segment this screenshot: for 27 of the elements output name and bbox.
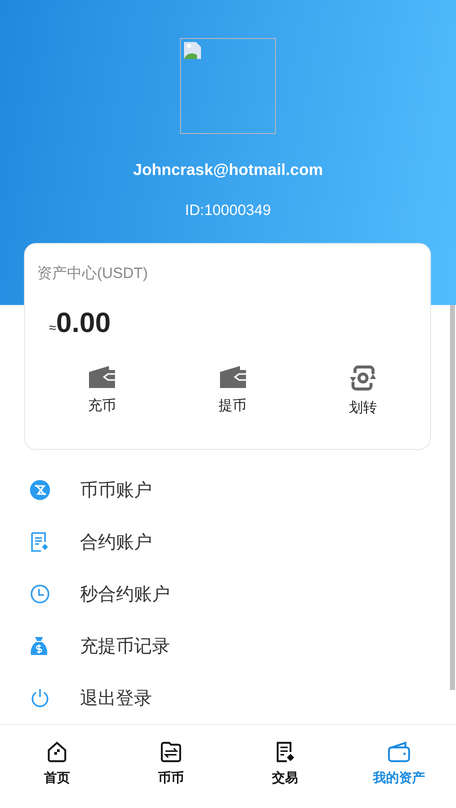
wallet-icon [218, 365, 248, 389]
menu-item[interactable]: 合约账户 [0, 516, 456, 568]
card-title: 资产中心(USDT) [37, 264, 149, 283]
tab-bar-item[interactable]: 交易 [228, 741, 342, 787]
document-icon [30, 532, 50, 552]
scrollbar[interactable] [450, 305, 455, 690]
user-id: ID:10000349 [185, 202, 271, 219]
tab-bar-item[interactable]: 币币 [114, 741, 228, 787]
exchange-icon [159, 741, 183, 763]
transfer-icon [348, 365, 378, 391]
balance-amount: 0.00 [56, 307, 111, 339]
clock-icon [30, 584, 50, 604]
money-bag-icon [30, 636, 48, 656]
wallet-icon [386, 741, 412, 763]
user-email: Johncrask@hotmail.com [133, 162, 323, 180]
tab-bar-item[interactable]: 我的资产 [342, 741, 456, 787]
wallet-icon [87, 365, 117, 389]
approx-sign: ≈ [49, 320, 56, 335]
home-icon [45, 741, 69, 763]
asset-action-button[interactable]: 充币 [77, 365, 127, 417]
menu-item[interactable]: 退出登录 [0, 672, 456, 724]
broken-image-icon [180, 38, 276, 134]
menu-item[interactable]: 秒合约账户 [0, 568, 456, 620]
power-icon [30, 688, 50, 708]
asset-action-button[interactable]: 划转 [338, 365, 388, 417]
tab-bar-item[interactable]: 首页 [0, 741, 114, 787]
asset-action-button[interactable]: 提币 [208, 365, 258, 417]
